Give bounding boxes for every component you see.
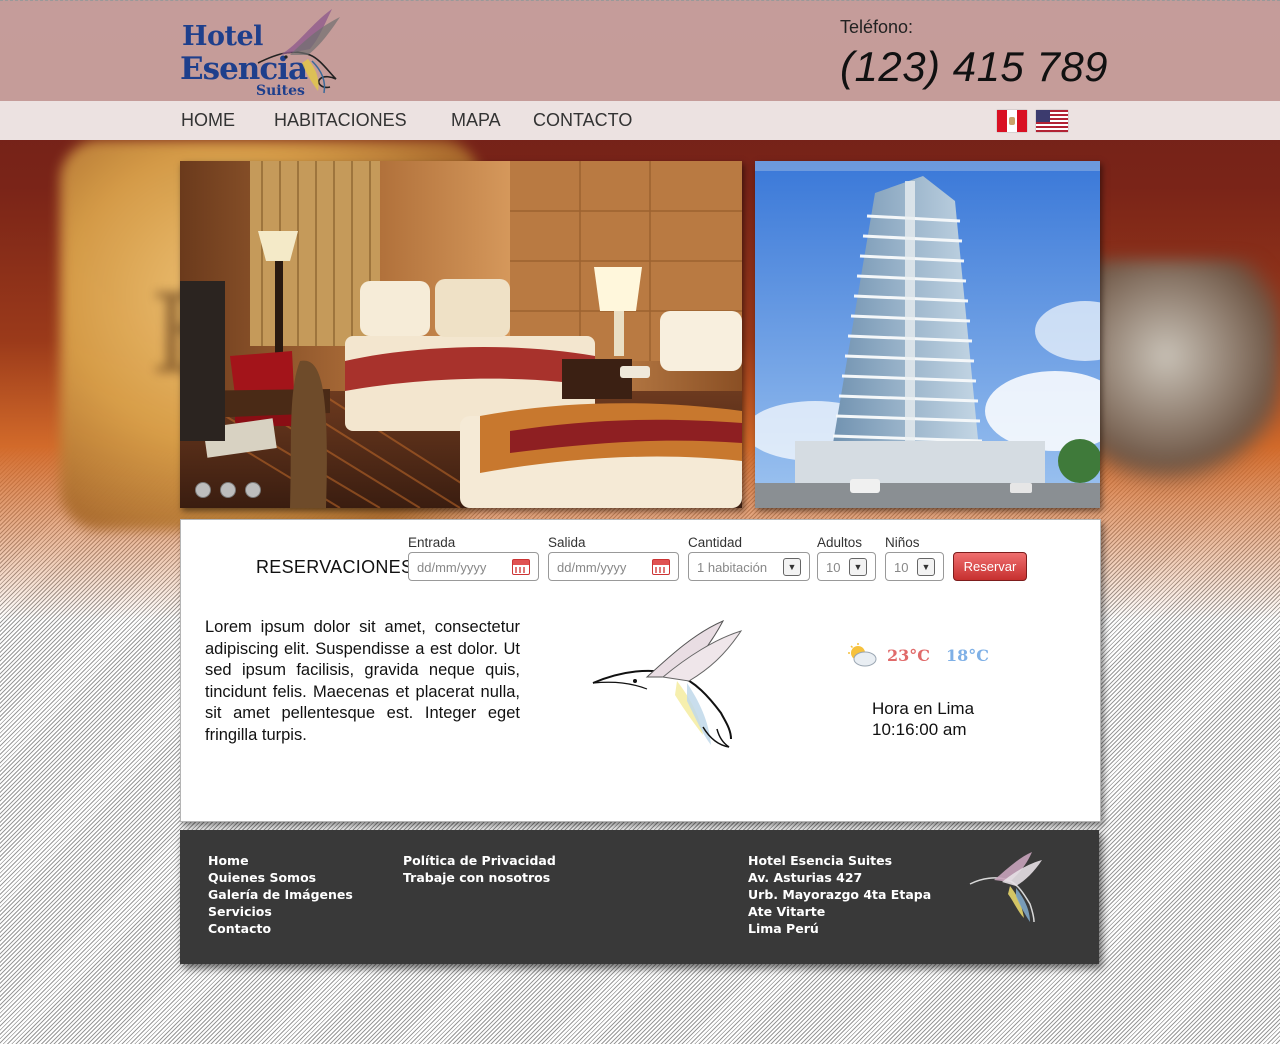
phone-label: Teléfono: xyxy=(840,17,914,37)
salida-field[interactable]: dd/mm/yyyy xyxy=(548,552,679,581)
address-line: Av. Asturias 427 xyxy=(748,870,863,885)
cantidad-label: Cantidad xyxy=(688,535,743,550)
entrada-placeholder: dd/mm/yyyy xyxy=(417,560,487,575)
chevron-down-icon[interactable]: ▼ xyxy=(783,558,801,576)
reservation-card: RESERVACIONES Entrada dd/mm/yyyy Salida … xyxy=(180,519,1101,822)
nav-contacto[interactable]: CONTACTO xyxy=(533,110,632,131)
reservar-button[interactable]: Reservar xyxy=(953,552,1027,581)
lima-clock: Hora en Lima 10:16:00 am xyxy=(872,698,974,740)
salida-label: Salida xyxy=(548,535,586,550)
clock-label: Hora en Lima xyxy=(872,699,975,718)
slider-dot[interactable] xyxy=(195,482,211,498)
hummingbird-icon xyxy=(592,619,743,748)
hotel-building-image xyxy=(755,161,1100,508)
hotel-logo[interactable]: Hotel Esencia Suites xyxy=(180,9,350,99)
footer-link-privacidad[interactable]: Política de Privacidad xyxy=(403,852,556,869)
footer-address: Hotel Esencia Suites Av. Asturias 427 Ur… xyxy=(748,852,931,937)
footer-link-contacto[interactable]: Contacto xyxy=(208,920,353,937)
salida-placeholder: dd/mm/yyyy xyxy=(557,560,627,575)
cantidad-value: 1 habitación xyxy=(697,560,768,575)
hummingbird-icon xyxy=(969,852,1042,923)
footer-link-home[interactable]: Home xyxy=(208,852,353,869)
slider-dots xyxy=(195,482,261,498)
address-line: Urb. Mayorazgo 4ta Etapa xyxy=(748,887,932,902)
cantidad-select[interactable]: 1 habitación ▼ xyxy=(688,552,810,581)
footer-links-main: Home Quienes Somos Galería de Imágenes S… xyxy=(208,852,353,937)
clock-time: 10:16:00 am xyxy=(872,720,967,739)
nav-home[interactable]: HOME xyxy=(181,110,235,131)
temperature-high: 23°C xyxy=(887,645,930,665)
footer-link-servicios[interactable]: Servicios xyxy=(208,903,353,920)
adultos-select[interactable]: 10 ▼ xyxy=(817,552,876,581)
weather-widget: 23°C 18°C xyxy=(847,643,989,667)
hummingbird-icon xyxy=(257,9,340,94)
temperature-low: 18°C xyxy=(946,645,989,665)
footer-links-legal: Política de Privacidad Trabaje con nosot… xyxy=(403,852,556,886)
hotel-room-image xyxy=(180,161,742,508)
ninos-label: Niños xyxy=(885,535,920,550)
address-line: Hotel Esencia Suites xyxy=(748,853,893,868)
nav-mapa[interactable]: MAPA xyxy=(451,110,501,131)
partly-cloudy-icon xyxy=(848,643,877,667)
usa-flag-icon[interactable] xyxy=(1036,110,1068,132)
hotel-building-photo[interactable] xyxy=(755,161,1100,508)
phone-number[interactable]: (123) 415 789 xyxy=(840,43,1108,91)
adultos-label: Adultos xyxy=(817,535,863,550)
calendar-icon[interactable] xyxy=(512,559,530,575)
footer-link-galeria[interactable]: Galería de Imágenes xyxy=(208,886,353,903)
address-line: Ate Vitarte xyxy=(748,904,826,919)
chevron-down-icon[interactable]: ▼ xyxy=(849,558,867,576)
hero-background-object xyxy=(1090,260,1280,500)
reservation-title: RESERVACIONES xyxy=(256,557,414,577)
entrada-field[interactable]: dd/mm/yyyy xyxy=(408,552,539,581)
site-header: Hotel Esencia Suites Teléfono: (123) 415… xyxy=(0,0,1280,102)
ninos-value: 10 xyxy=(894,560,909,575)
slider-dot[interactable] xyxy=(220,482,236,498)
footer-link-trabaje[interactable]: Trabaje con nosotros xyxy=(403,869,556,886)
nav-habitaciones[interactable]: HABITACIONES xyxy=(274,110,407,131)
main-nav: HOME HABITACIONES MAPA CONTACTO xyxy=(0,101,1280,140)
hotel-room-photo[interactable] xyxy=(180,161,742,508)
intro-text: Lorem ipsum dolor sit amet, consectetur … xyxy=(205,618,520,744)
site-footer: Home Quienes Somos Galería de Imágenes S… xyxy=(180,830,1099,964)
chevron-down-icon[interactable]: ▼ xyxy=(917,558,935,576)
peru-flag-icon[interactable] xyxy=(997,110,1027,132)
footer-link-quienes-somos[interactable]: Quienes Somos xyxy=(208,869,353,886)
address-line: Lima Perú xyxy=(748,921,819,936)
calendar-icon[interactable] xyxy=(652,559,670,575)
adultos-value: 10 xyxy=(826,560,841,575)
ninos-select[interactable]: 10 ▼ xyxy=(885,552,944,581)
entrada-label: Entrada xyxy=(408,535,456,550)
slider-dot[interactable] xyxy=(245,482,261,498)
